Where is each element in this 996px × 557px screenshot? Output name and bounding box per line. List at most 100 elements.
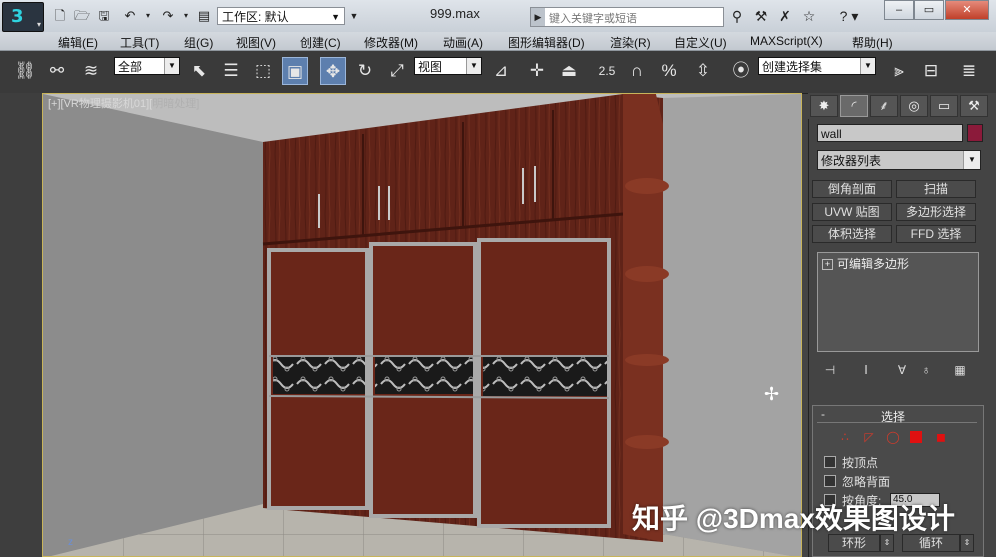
pin-stack-icon[interactable]: ⊣ (820, 361, 840, 379)
menu-create[interactable]: 创建(C) (300, 34, 341, 51)
hierarchy-tab-icon[interactable]: ⸙ (870, 95, 898, 117)
favorites-star-icon[interactable]: ☆ (800, 7, 818, 25)
save-file-icon[interactable]: 🖫 (96, 8, 112, 24)
select-and-scale-icon[interactable]: ⤢ (384, 57, 410, 85)
select-and-move-icon[interactable]: ✥ (320, 57, 346, 85)
select-and-link-icon[interactable]: ⛓ (12, 57, 38, 85)
unlink-icon[interactable]: ⚯ (44, 57, 70, 85)
workspace-value: 工作区: 默认 (222, 10, 289, 24)
binoculars-icon[interactable]: ⚲ (728, 7, 746, 25)
search-input[interactable]: ▶ 键入关键字或短语 (530, 7, 724, 27)
selection-rollout-header[interactable]: - 选择 (817, 407, 977, 424)
named-selection-set-select[interactable]: 创建选择集 ▼ (758, 57, 876, 75)
element-mode-icon[interactable]: ◼ (934, 430, 948, 444)
help-button[interactable]: ? ▾ (834, 6, 864, 26)
menu-graph-editors[interactable]: 图形编辑器(D) (508, 34, 585, 51)
help-icon: ? (839, 8, 848, 24)
menu-tools[interactable]: 工具(T) (120, 34, 159, 51)
bevel-profile-button[interactable]: 倒角剖面 (812, 180, 892, 198)
window-crossing-icon[interactable]: ▣ (282, 57, 308, 85)
select-object-icon[interactable]: ⬉ (186, 57, 212, 85)
poly-select-button[interactable]: 多边形选择 (896, 203, 976, 221)
bind-space-warp-icon[interactable]: ≋ (78, 57, 104, 85)
rectangular-selection-icon[interactable]: ⬚ (250, 57, 276, 85)
undo-icon[interactable]: ↶ (122, 8, 138, 24)
remove-modifier-icon[interactable]: ♁ (916, 361, 936, 379)
volume-select-button[interactable]: 体积选择 (812, 225, 892, 243)
mirror-icon[interactable]: ⫸ (886, 57, 912, 85)
align-icon[interactable]: ⊟ (918, 57, 944, 85)
maximize-button[interactable]: ▭ (914, 0, 944, 20)
tools-icon[interactable]: ⚒ (752, 7, 770, 25)
modify-tab-icon[interactable]: ◜ (840, 95, 868, 117)
menu-maxscript[interactable]: MAXScript(X) (750, 34, 823, 48)
modifier-stack[interactable]: + 可编辑多边形 (817, 252, 979, 352)
redo-icon[interactable]: ↷ (160, 8, 176, 24)
menu-animation[interactable]: 动画(A) (443, 34, 483, 51)
uvw-map-button[interactable]: UVW 贴图 (812, 203, 892, 221)
show-end-result-icon[interactable]: Ⅰ (856, 361, 876, 379)
configure-modifier-sets-icon[interactable]: ▦ (950, 361, 970, 379)
pivot-center-icon[interactable]: ⊿ (488, 57, 514, 85)
quick-access-customize-icon[interactable]: ▼ (347, 7, 361, 25)
new-file-icon[interactable]: 🗋 (52, 8, 68, 24)
camera-viewport[interactable] (42, 93, 802, 557)
menu-help[interactable]: 帮助(H) (852, 34, 893, 51)
object-name-field[interactable]: wall (817, 124, 963, 142)
app-menu-button[interactable]: 3 ▾ (2, 2, 44, 32)
make-unique-icon[interactable]: ∀ (892, 361, 912, 379)
communication-center-icon[interactable]: ✗ (776, 7, 794, 25)
snaps-toggle-icon[interactable]: 2.5 (594, 57, 620, 85)
menu-edit[interactable]: 编辑(E) (58, 34, 98, 51)
angle-snap-icon[interactable]: ∩ (624, 57, 650, 85)
undo-dropdown-icon[interactable]: ▾ (140, 8, 156, 24)
edge-mode-icon[interactable]: ◸ (862, 430, 876, 444)
vertex-mode-icon[interactable]: ∴ (838, 430, 852, 444)
layer-manager-icon[interactable]: ≣ (956, 57, 982, 85)
redo-dropdown-icon[interactable]: ▾ (178, 8, 194, 24)
menu-rendering[interactable]: 渲染(R) (610, 34, 651, 51)
border-mode-icon[interactable]: ◯ (886, 430, 900, 444)
display-tab-icon[interactable]: ▭ (930, 95, 958, 117)
ignore-backfacing-checkbox[interactable]: 忽略背面 (824, 473, 984, 489)
main-toolbar: ⛓ ⚯ ≋ 全部 ▼ ⬉ ☰ ⬚ ▣ ✥ ↻ ⤢ 视图 ▼ ⊿ ✛ ⏏ 2.5 … (0, 51, 996, 94)
by-vertex-checkbox[interactable]: 按顶点 (824, 454, 984, 470)
keyboard-shortcut-override-icon[interactable]: ⏏ (556, 57, 582, 85)
create-tab-icon[interactable]: ✸ (810, 95, 838, 117)
checkbox-box (824, 475, 836, 487)
open-file-icon[interactable]: 🗁 (74, 8, 90, 24)
percent-snap-icon[interactable]: % (656, 57, 682, 85)
workspace-select[interactable]: 工作区: 默认 ▼ (217, 7, 345, 25)
reference-coordinate-select[interactable]: 视图 ▼ (414, 57, 482, 75)
project-folder-icon[interactable]: ▤ (196, 8, 212, 24)
menu-group[interactable]: 组(G) (184, 34, 213, 51)
utilities-tab-icon[interactable]: ⚒ (960, 95, 988, 117)
menu-customize[interactable]: 自定义(U) (674, 34, 727, 51)
loop-spinner[interactable]: ⇕ (960, 534, 974, 552)
object-color-swatch[interactable] (967, 124, 983, 142)
edit-named-selection-icon[interactable]: ⦿ (728, 57, 754, 85)
select-by-name-icon[interactable]: ☰ (218, 57, 244, 85)
sweep-button[interactable]: 扫描 (896, 180, 976, 198)
minimize-button[interactable]: – (884, 0, 914, 20)
modifier-list-select[interactable]: 修改器列表 ▼ (817, 150, 981, 170)
spinner-snap-icon[interactable]: ⇳ (690, 57, 716, 85)
reference-coordinate-value: 视图 (418, 60, 443, 74)
polygon-mode-icon[interactable] (910, 431, 922, 443)
close-button[interactable]: ✕ (945, 0, 989, 20)
menu-view[interactable]: 视图(V) (236, 34, 276, 51)
viewport-scene (43, 94, 801, 556)
select-and-rotate-icon[interactable]: ↻ (352, 57, 378, 85)
stack-item-editable-poly[interactable]: + 可编辑多边形 (822, 255, 909, 272)
select-and-manipulate-icon[interactable]: ✛ (524, 57, 550, 85)
ffd-select-button[interactable]: FFD 选择 (896, 225, 976, 243)
selection-filter-select[interactable]: 全部 ▼ (114, 57, 180, 75)
viewport-label[interactable]: [+][VR物理摄影机01][明暗处理] (48, 95, 199, 111)
menu-modifiers[interactable]: 修改器(M) (364, 34, 418, 51)
stack-item-label: 可编辑多边形 (837, 257, 910, 271)
chevron-down-icon: ▼ (331, 12, 340, 22)
selection-filter-value: 全部 (118, 60, 143, 74)
chevron-down-icon: ▾ (36, 20, 41, 29)
motion-tab-icon[interactable]: ◎ (900, 95, 928, 117)
expand-icon[interactable]: + (822, 259, 833, 271)
